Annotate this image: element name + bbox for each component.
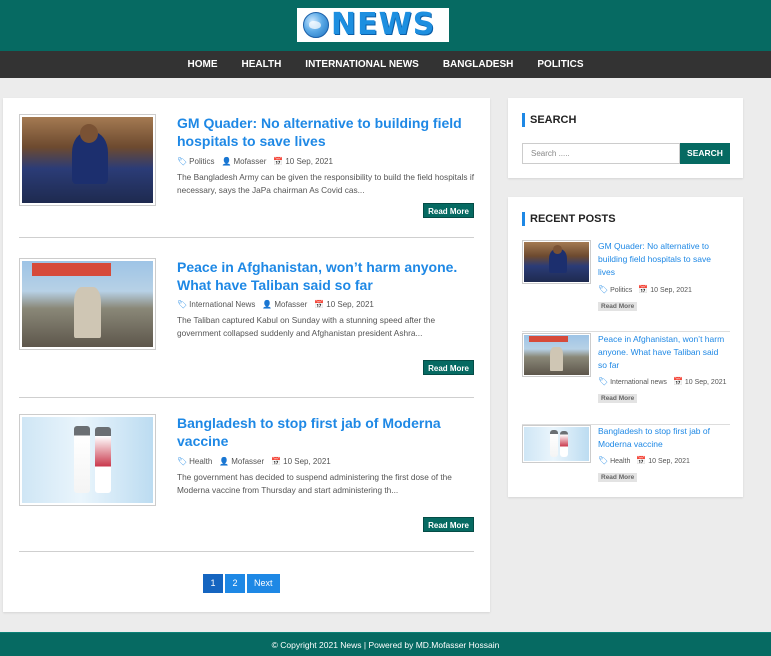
site-logo[interactable]: NEWS [297, 8, 449, 42]
recent-post-title[interactable]: GM Quader: No alternative to building fi… [598, 240, 728, 279]
recent-post-category[interactable]: Politics [610, 287, 632, 294]
recent-post-image [524, 335, 589, 375]
calendar-icon: 📅 [273, 157, 284, 166]
post-meta: 🏷 Health 👤 Mofasser 📅 10 Sep, 2021 [177, 457, 331, 466]
post-category[interactable]: International News [189, 300, 255, 309]
tag-icon: 🏷 [598, 377, 609, 386]
recent-post-item: GM Quader: No alternative to building fi… [522, 240, 730, 332]
site-footer: © Copyright 2021 News | Powered by MD.Mo… [0, 632, 771, 656]
user-icon: 👤 [219, 457, 230, 466]
calendar-icon: 📅 [672, 377, 683, 386]
recent-post-meta: 🏷 Health 📅 10 Sep, 2021 [598, 456, 690, 465]
tag-icon: 🏷 [177, 300, 188, 309]
calendar-icon: 📅 [271, 457, 282, 466]
post-image [22, 417, 153, 503]
recent-post-meta: 🏷 International news 📅 10 Sep, 2021 [598, 377, 727, 386]
recent-post-item: Peace in Afghanistan, won’t harm anyone.… [522, 333, 730, 425]
recent-post-date: 10 Sep, 2021 [648, 458, 690, 465]
search-widget: SEARCH Search ..... SEARCH [508, 98, 743, 178]
pagination: 1 2 Next [203, 574, 280, 593]
post-item: Bangladesh to stop first jab of Moderna … [19, 398, 474, 552]
read-more-button[interactable]: Read More [423, 203, 474, 218]
post-thumbnail[interactable] [19, 414, 156, 506]
post-excerpt: The Bangladesh Army can be given the res… [177, 172, 475, 195]
post-image [22, 261, 153, 347]
page-2-button[interactable]: 2 [225, 574, 245, 593]
post-excerpt: The Taliban captured Kabul on Sunday wit… [177, 315, 436, 338]
nav-politics[interactable]: POLITICS [525, 51, 595, 78]
recent-read-more-button[interactable]: Read More [598, 302, 638, 311]
post-date: 10 Sep, 2021 [326, 300, 374, 309]
recent-posts-title: RECENT POSTS [522, 212, 616, 226]
recent-post-date: 10 Sep, 2021 [650, 287, 692, 294]
post-author[interactable]: Mofasser [231, 457, 264, 466]
nav-international-news[interactable]: INTERNATIONAL NEWS [293, 51, 431, 78]
recent-posts-widget: RECENT POSTS GM Quader: No alternative t… [508, 197, 743, 497]
read-more-button[interactable]: Read More [423, 517, 474, 532]
recent-post-title[interactable]: Peace in Afghanistan, won’t harm anyone.… [598, 333, 728, 372]
search-input[interactable]: Search ..... [522, 143, 680, 164]
nav-bangladesh[interactable]: BANGLADESH [431, 51, 526, 78]
recent-read-more-button[interactable]: Read More [598, 394, 638, 403]
recent-post-date: 10 Sep, 2021 [684, 379, 727, 386]
post-title[interactable]: Peace in Afghanistan, won’t harm anyone.… [177, 258, 473, 294]
tag-icon: 🏷 [177, 457, 188, 466]
tag-icon: 🏷 [177, 157, 188, 166]
recent-post-category[interactable]: Health [610, 458, 630, 465]
calendar-icon: 📅 [638, 285, 649, 294]
post-thumbnail[interactable] [19, 114, 156, 206]
recent-post-category[interactable]: International news [610, 379, 667, 386]
post-category[interactable]: Politics [189, 157, 214, 166]
recent-post-meta: 🏷 Politics 📅 10 Sep, 2021 [598, 285, 692, 294]
read-more-button[interactable]: Read More [423, 360, 474, 375]
post-meta: 🏷 International News 👤 Mofasser 📅 10 Sep, 2… [177, 300, 374, 309]
nav-home[interactable]: HOME [175, 51, 229, 78]
post-title[interactable]: GM Quader: No alternative to building fi… [177, 114, 473, 150]
page-1-button[interactable]: 1 [203, 574, 223, 593]
recent-read-more-button[interactable]: Read More [598, 473, 638, 482]
globe-icon [303, 12, 329, 38]
post-category[interactable]: Health [189, 457, 212, 466]
nav-health[interactable]: HEALTH [229, 51, 293, 78]
next-page-button[interactable]: Next [247, 574, 280, 593]
recent-post-image [524, 427, 589, 461]
post-meta: 🏷 Politics 👤 Mofasser 📅 10 Sep, 2021 [177, 157, 333, 166]
search-widget-title: SEARCH [522, 113, 576, 127]
tag-icon: 🏷 [598, 456, 609, 465]
post-date: 10 Sep, 2021 [283, 457, 331, 466]
recent-post-image [524, 242, 589, 282]
search-button[interactable]: SEARCH [680, 143, 730, 164]
tag-icon: 🏷 [598, 285, 609, 294]
post-item: GM Quader: No alternative to building fi… [19, 98, 474, 238]
main-nav: HOME HEALTH INTERNATIONAL NEWS BANGLADES… [0, 51, 771, 78]
recent-post-item: Bangladesh to stop first jab of Moderna … [522, 425, 730, 489]
recent-post-thumbnail[interactable] [522, 240, 591, 284]
user-icon: 👤 [262, 300, 273, 309]
post-author[interactable]: Mofasser [274, 300, 307, 309]
copyright-text: © Copyright 2021 News | Powered by MD.Mo… [271, 640, 500, 650]
post-list: GM Quader: No alternative to building fi… [3, 98, 490, 612]
post-date: 10 Sep, 2021 [285, 157, 333, 166]
post-item: Peace in Afghanistan, won’t harm anyone.… [19, 240, 474, 398]
site-header: NEWS [0, 0, 771, 51]
calendar-icon: 📅 [636, 456, 647, 465]
logo-text: NEWS [331, 7, 436, 42]
post-image [22, 117, 153, 203]
post-thumbnail[interactable] [19, 258, 156, 350]
post-title[interactable]: Bangladesh to stop first jab of Moderna … [177, 414, 473, 450]
post-excerpt: The government has decided to suspend ad… [177, 472, 452, 495]
recent-post-title[interactable]: Bangladesh to stop first jab of Moderna … [598, 425, 728, 451]
recent-post-thumbnail[interactable] [522, 333, 591, 377]
user-icon: 👤 [221, 157, 232, 166]
calendar-icon: 📅 [314, 300, 325, 309]
recent-post-thumbnail[interactable] [522, 425, 591, 463]
post-author[interactable]: Mofasser [233, 157, 266, 166]
